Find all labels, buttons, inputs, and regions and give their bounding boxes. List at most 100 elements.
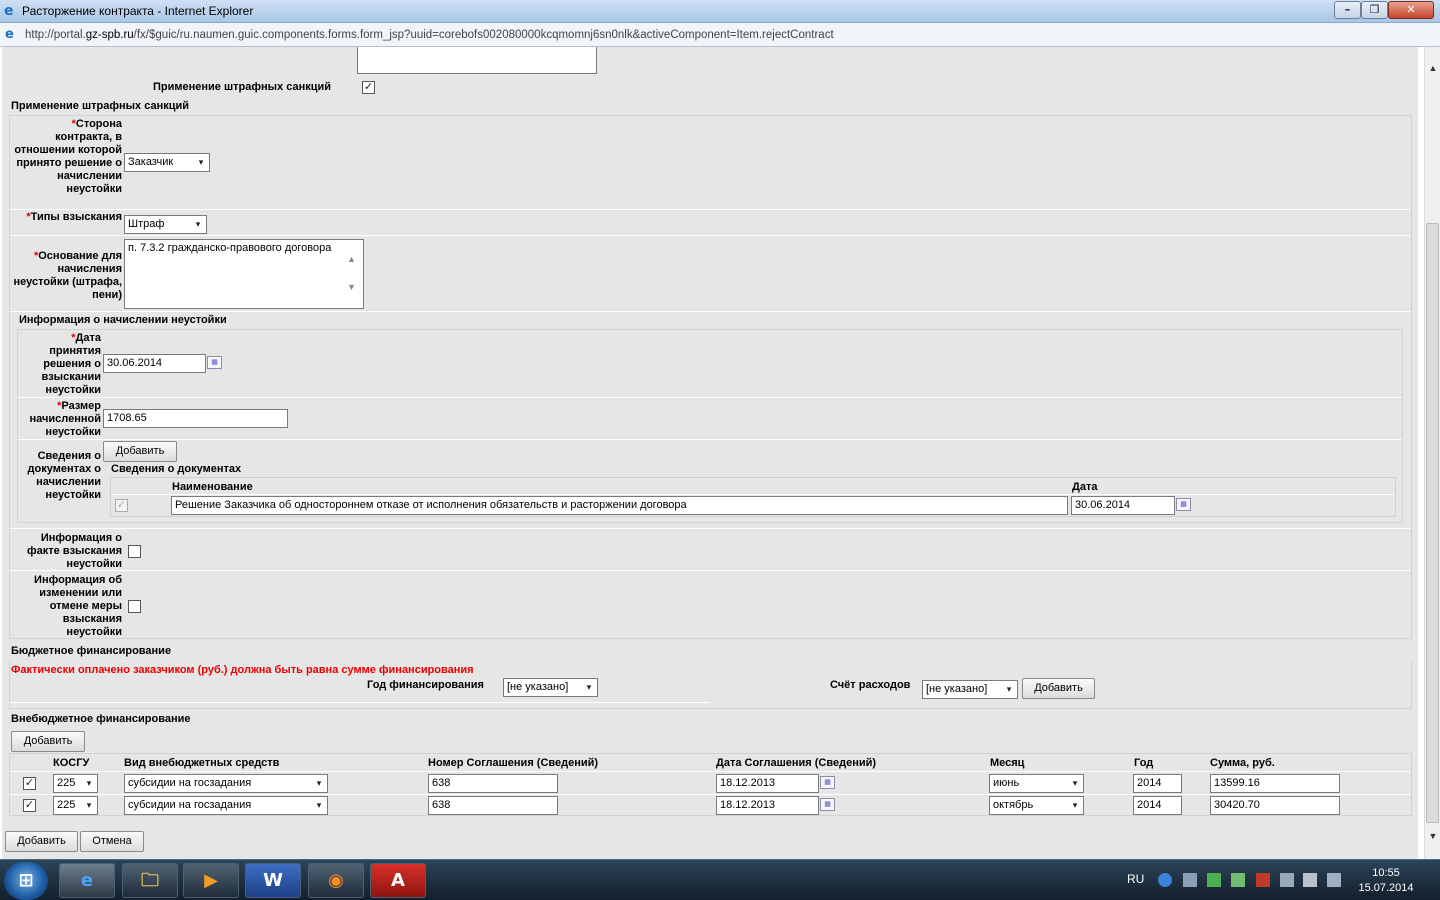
basis-value: п. 7.3.2 гражданско-правового договора [128, 242, 332, 254]
taskbar-word-icon[interactable]: W [245, 863, 301, 898]
close-button[interactable]: ✕ [1388, 1, 1434, 19]
party-label: *Сторона контракта, в отношении которой … [12, 118, 122, 196]
types-label-text: Типы взыскания [30, 211, 122, 223]
agreement-date-input[interactable]: 18.12.2013 [716, 796, 819, 815]
month-select[interactable]: июнь ▾ [989, 774, 1084, 793]
vertical-scrollbar[interactable]: ▲ ▼ [1424, 47, 1440, 859]
window-title: Расторжение контракта - Internet Explore… [22, 4, 254, 18]
month-select[interactable]: октябрь ▾ [989, 796, 1084, 815]
doc-row-checkbox[interactable]: ✓ [115, 499, 128, 512]
penalty-toggle-checkbox[interactable]: ✓ [362, 81, 375, 94]
basis-textarea[interactable]: п. 7.3.2 гражданско-правового договора [124, 239, 364, 309]
address-bar[interactable]: e http://portal.gz-spb.ru/fx/$guic/ru.na… [0, 23, 1440, 47]
year-input[interactable]: 2014 [1133, 796, 1182, 815]
sum-input[interactable]: 30420.70 [1210, 796, 1340, 815]
minimize-button[interactable]: – [1334, 1, 1361, 19]
change-checkbox[interactable] [128, 600, 141, 613]
textarea-scroll-down-icon[interactable]: ▼ [347, 282, 356, 292]
chevron-down-icon: ▾ [195, 219, 201, 229]
kind-value: субсидии на госзадания [128, 777, 252, 789]
month-value: октябрь [993, 799, 1034, 811]
calendar-icon[interactable]: ▦ [1176, 498, 1191, 511]
volume-icon[interactable] [1303, 873, 1317, 887]
clock-date: 15.07.2014 [1358, 882, 1414, 894]
address-url[interactable]: http://portal.gz-spb.ru/fx/$guic/ru.naum… [25, 29, 834, 41]
network-icon[interactable] [1158, 873, 1172, 887]
types-select[interactable]: Штраф ▾ [124, 215, 207, 234]
taskbar-pdf-icon[interactable]: A [370, 863, 426, 898]
divider [10, 311, 1411, 312]
party-label-text: Сторона контракта, в отношении которой п… [14, 118, 122, 195]
add-extra-button[interactable]: Добавить [11, 731, 85, 752]
chevron-down-icon: ▾ [316, 800, 322, 810]
url-prefix: http://portal. [25, 29, 86, 41]
doc-date-input[interactable]: 30.06.2014 [1071, 496, 1175, 515]
col-agreement-no: Номер Соглашения (Сведений) [428, 757, 599, 769]
cancel-button[interactable]: Отмена [80, 831, 144, 852]
calendar-icon[interactable]: ▦ [207, 356, 222, 369]
col-year: Год [1134, 757, 1154, 769]
divider [10, 771, 1411, 772]
amount-input[interactable]: 1708.65 [103, 409, 288, 428]
taskbar-firefox-icon[interactable]: ◉ [308, 863, 364, 898]
extra-title: Внебюджетное финансирование [11, 713, 191, 725]
alert-icon[interactable] [1256, 873, 1270, 887]
kind-select[interactable]: субсидии на госзадания ▾ [124, 774, 328, 793]
url-host: gz-spb.ru [85, 29, 134, 41]
display-icon[interactable] [1327, 873, 1341, 887]
divider [10, 235, 1411, 236]
party-value: Заказчик [128, 156, 174, 168]
scroll-thumb[interactable] [1426, 223, 1439, 823]
clock[interactable]: 10:55 15.07.2014 [1355, 866, 1417, 896]
update-icon[interactable] [1231, 873, 1245, 887]
penalty-section-title: Применение штрафных санкций [11, 100, 190, 112]
add-budget-button[interactable]: Добавить [1022, 678, 1095, 699]
maximize-button[interactable]: ❐ [1361, 1, 1388, 19]
docs-label: Сведения о документах о начислении неуст… [27, 450, 101, 501]
agreement-no-input[interactable]: 638 [428, 796, 558, 815]
sum-input[interactable]: 13599.16 [1210, 774, 1340, 793]
types-value: Штраф [128, 218, 165, 230]
extra-row-checkbox[interactable]: ✓ [23, 799, 36, 812]
taskbar-explorer-icon[interactable]: 🗀 [122, 863, 178, 898]
calendar-icon[interactable]: ▦ [820, 776, 835, 789]
kind-select[interactable]: субсидии на госзадания ▾ [124, 796, 328, 815]
budget-year-select[interactable]: [не указано] ▾ [503, 678, 598, 697]
decision-date-input[interactable]: 30.06.2014 [103, 354, 206, 373]
agreement-date-input[interactable]: 18.12.2013 [716, 774, 819, 793]
types-label: *Типы взыскания [12, 211, 122, 224]
agreement-no-input[interactable]: 638 [428, 774, 558, 793]
scroll-up-icon[interactable]: ▲ [1425, 63, 1440, 77]
start-button[interactable]: ⊞ [4, 862, 48, 900]
year-input[interactable]: 2014 [1133, 774, 1182, 793]
docs-table-title: Сведения о документах [111, 463, 242, 475]
kosgu-value: 225 [57, 799, 76, 811]
scroll-down-icon[interactable]: ▼ [1425, 831, 1440, 845]
taskbar-media-icon[interactable]: ▶ [183, 863, 239, 898]
divider [10, 528, 1411, 529]
security-icon[interactable] [1207, 873, 1221, 887]
chevron-down-icon: ▾ [1072, 800, 1078, 810]
taskbar-ie-icon[interactable]: e [59, 863, 115, 898]
basis-label-text: Основание для начисления неустойки (штра… [13, 250, 122, 301]
budget-title: Бюджетное финансирование [11, 645, 172, 657]
add-button[interactable]: Добавить [5, 831, 78, 852]
previous-textarea[interactable] [357, 47, 597, 74]
taskbar: ⊞ e 🗀 ▶ W ◉ A RU 10:55 15.07.2014 [0, 859, 1440, 900]
account-select[interactable]: [не указано] ▾ [922, 680, 1018, 699]
page-icon: e [5, 27, 14, 42]
kosgu-select[interactable]: 225 ▾ [53, 796, 98, 815]
kosgu-select[interactable]: 225 ▾ [53, 774, 98, 793]
party-select[interactable]: Заказчик ▾ [124, 153, 210, 172]
add-document-button[interactable]: Добавить [103, 441, 177, 462]
extra-row-checkbox[interactable]: ✓ [23, 777, 36, 790]
fact-checkbox[interactable] [128, 545, 141, 558]
flag-icon[interactable] [1280, 873, 1294, 887]
language-indicator[interactable]: RU [1127, 872, 1144, 886]
chevron-down-icon: ▾ [198, 157, 204, 167]
textarea-scroll-up-icon[interactable]: ▲ [347, 254, 356, 264]
doc-name-input[interactable]: Решение Заказчика об одностороннем отказ… [171, 496, 1068, 515]
ie-icon: e [4, 3, 14, 19]
calendar-icon[interactable]: ▦ [820, 798, 835, 811]
device-icon[interactable] [1183, 873, 1197, 887]
